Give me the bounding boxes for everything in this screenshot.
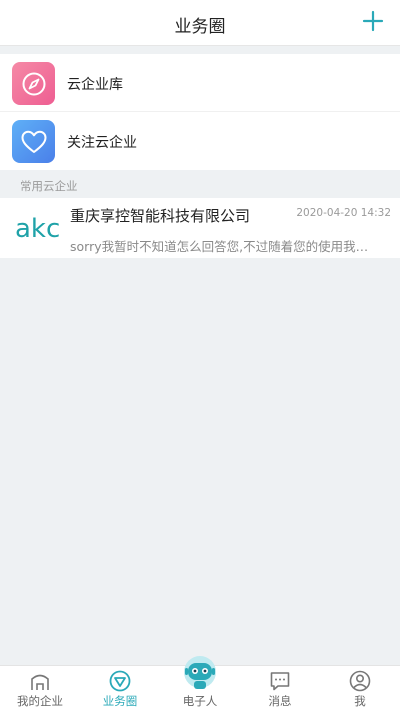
company-logo: akc [15,214,59,242]
tab-business-circle[interactable]: 业务圈 [80,666,160,711]
message-time: 2020-04-20 14:32 [296,207,391,219]
user-icon [349,670,371,692]
entry-label: 云企业库 [67,77,123,93]
entry-list: 云企业库 关注云企业 [0,54,400,170]
tab-label: 我 [354,694,366,708]
page-title: 业务圈 [174,17,226,37]
top-bar: 业务圈 [0,0,400,46]
entry-icon-box [12,120,55,163]
chat-icon [270,672,290,691]
tab-messages[interactable]: 消息 [240,666,320,711]
tab-label: 消息 [268,694,292,708]
tab-label: 我的企业 [17,694,63,708]
entry-label: 关注云企业 [67,135,137,151]
message-preview: sorry我暂时不知道怎么回答您,不过随着您的使用我… [70,239,369,254]
tab-label: 业务圈 [102,694,138,708]
entry-icon-box [12,62,55,105]
home-icon [31,674,49,690]
company-name: 重庆享控智能科技有限公司 [70,207,251,225]
entry-followed-enterprises[interactable]: 关注云企业 [0,112,400,170]
heart-icon [21,130,46,153]
logo-text: akc [15,214,59,242]
tab-me[interactable]: 我 [320,666,400,711]
entry-cloud-enterprise-library[interactable]: 云企业库 [0,54,400,112]
tab-my-enterprise[interactable]: 我的企业 [0,666,80,711]
circle-triangle-icon [109,670,131,692]
plus-icon[interactable] [362,10,384,32]
robot-icon[interactable] [181,656,219,692]
section-label: 常用云企业 [20,179,78,193]
tab-label: 电子人 [182,694,218,708]
compass-icon [22,72,45,95]
company-row[interactable]: akc 重庆享控智能科技有限公司 2020-04-20 14:32 sorry我… [0,198,400,258]
